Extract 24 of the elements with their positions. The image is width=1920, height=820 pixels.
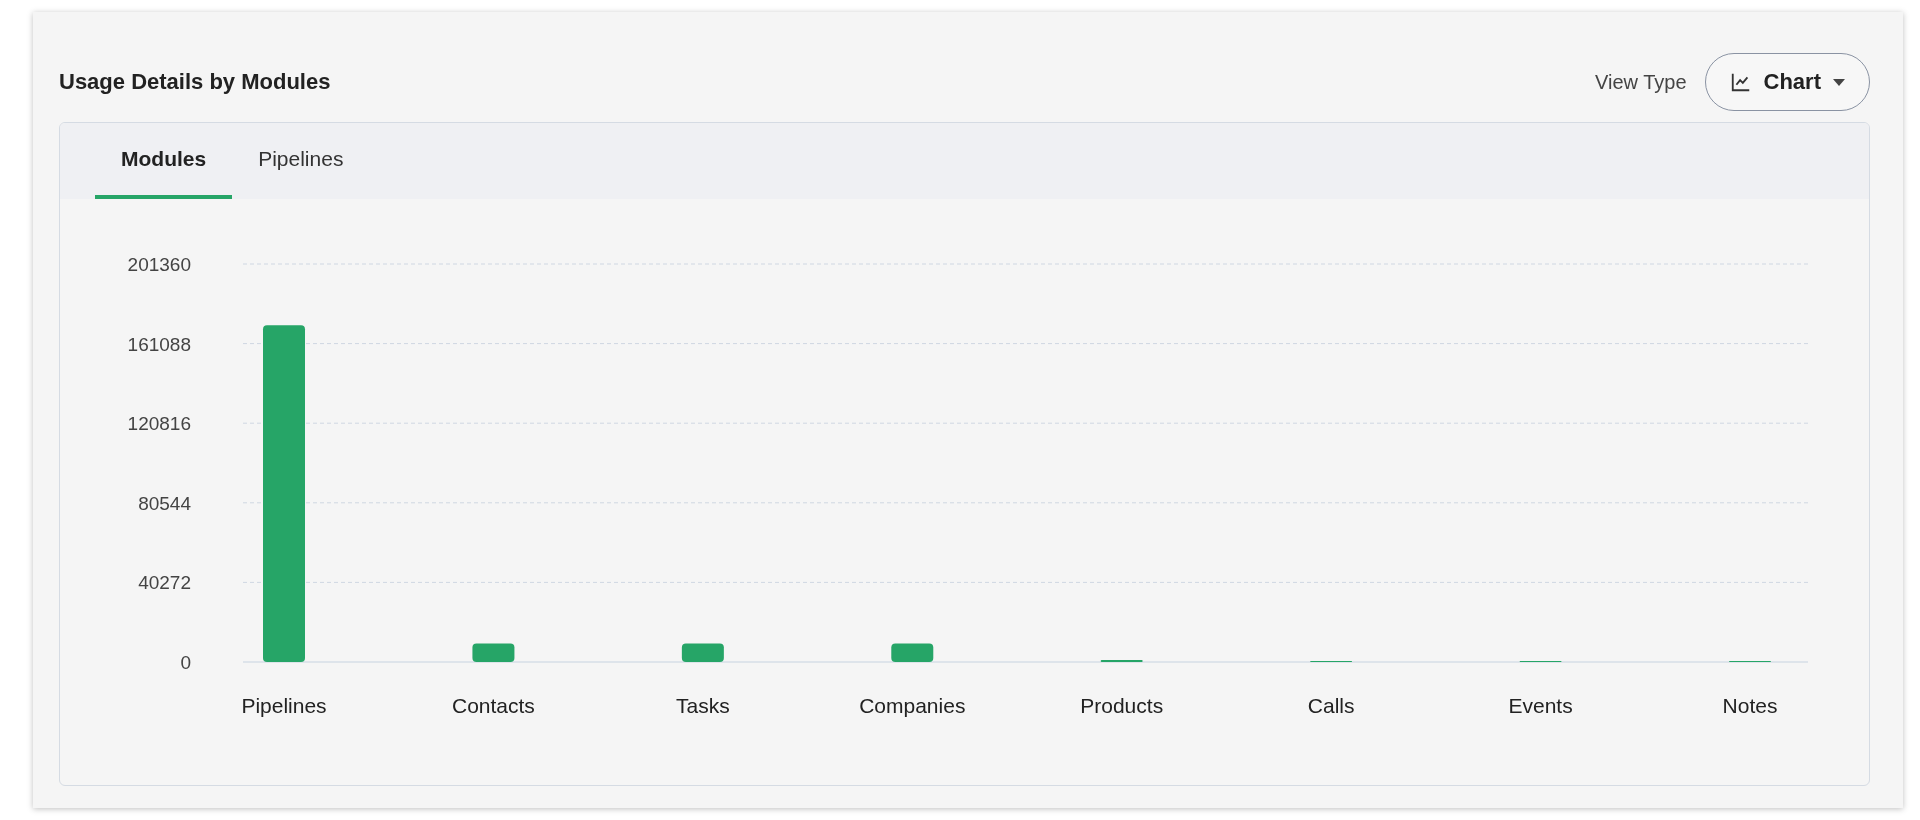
line-chart-icon — [1729, 71, 1752, 93]
category-label: Contacts — [452, 694, 535, 717]
tab[interactable]: Modules — [95, 123, 233, 199]
bar — [472, 643, 515, 662]
tab[interactable]: Pipelines — [232, 123, 370, 199]
axis-tick-label: 120816 — [127, 413, 191, 435]
section-title: Usage Details by Modules — [59, 69, 331, 95]
bar — [891, 643, 934, 662]
category-label: Calls — [1307, 694, 1355, 717]
caret-icon — [1833, 78, 1845, 86]
axis-tick-label: 40272 — [138, 572, 191, 594]
category-label: Pipelines — [241, 694, 327, 717]
bar — [681, 643, 724, 662]
category-label: Notes — [1722, 694, 1778, 717]
axis-tick-label: 0 — [180, 652, 191, 673]
view-type-dropdown[interactable]: Chart — [1704, 53, 1870, 111]
view-type-label: View Type — [1595, 70, 1687, 94]
category-label: Products — [1080, 694, 1164, 717]
category-label: Events — [1508, 694, 1573, 717]
axis-tick-label: 161088 — [127, 333, 191, 355]
category-label: Tasks — [676, 694, 730, 717]
category-label: Companies — [859, 694, 966, 717]
axis-tick-label: 201360 — [127, 254, 191, 275]
axis-tick-label: 80544 — [138, 492, 191, 514]
